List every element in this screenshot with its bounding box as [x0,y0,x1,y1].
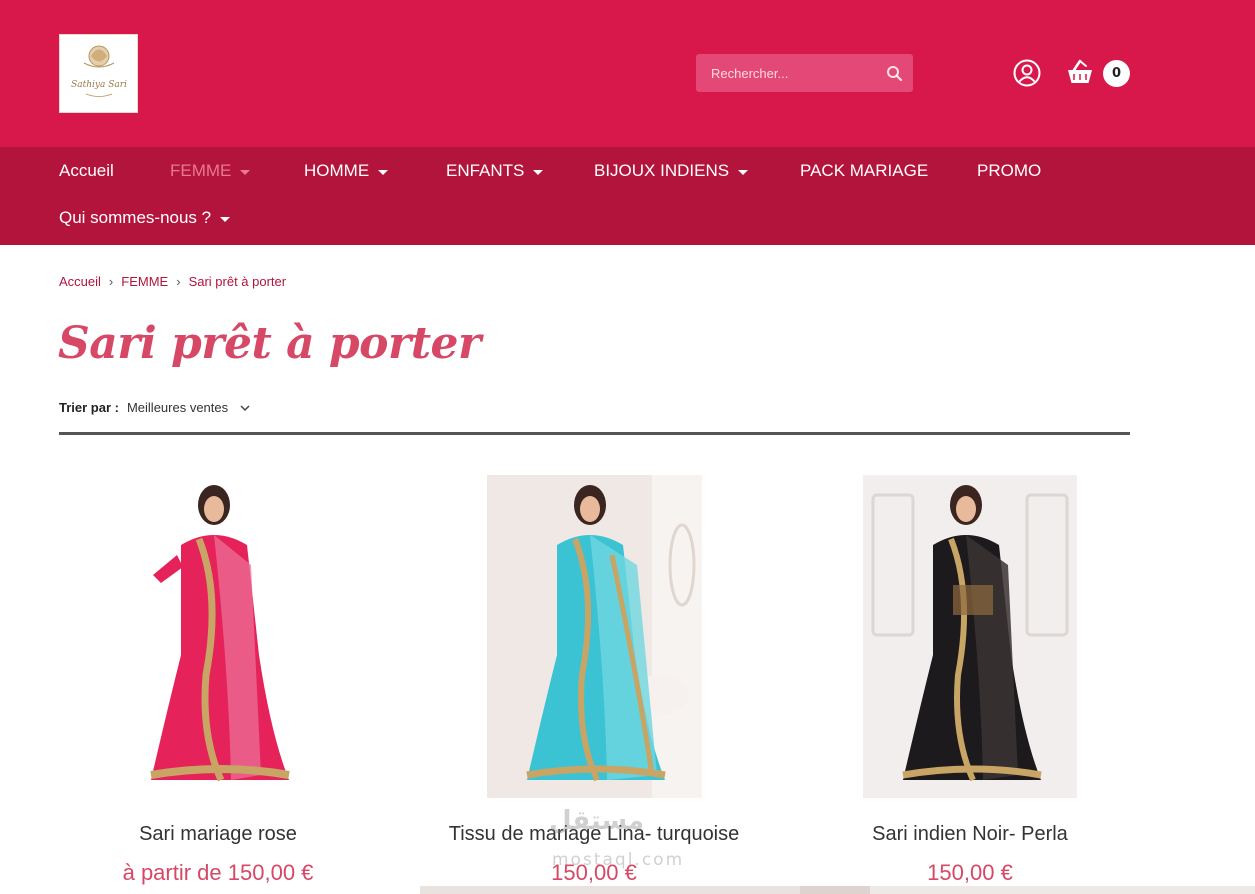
site-logo[interactable]: Sathiya Sari [59,34,138,113]
breadcrumb-link-femme[interactable]: FEMME [121,274,168,289]
caret-down-icon [220,216,231,222]
search-input[interactable] [696,54,871,92]
sort-select[interactable]: Meilleures ventes [127,400,228,415]
logo-emblem-icon: Sathiya Sari [71,45,127,97]
nav-item-femme[interactable]: FEMME [170,159,251,183]
caret-down-icon [533,169,544,175]
sort-label: Trier par : [59,400,119,415]
sort-control: Trier par : Meilleures ventes [59,400,250,415]
nav-item-label: FEMME [170,161,232,180]
caret-down-icon [378,169,389,175]
product-name[interactable]: Sari indien Noir- Perla [790,823,1150,846]
breadcrumb: Accueil › FEMME › Sari prêt à porter [59,274,286,289]
watermark-logo: مستقل [549,806,645,836]
watermark-url: mostaql.com [552,850,685,870]
nav-item-bijoux-indiens[interactable]: BIJOUX INDIENS [594,159,749,183]
breadcrumb-current: Sari prêt à porter [188,274,287,289]
nav-item-label: BIJOUX INDIENS [594,161,730,180]
product-image[interactable] [863,475,1077,798]
cart-count-badge[interactable]: 0 [1103,60,1130,87]
chevron-down-icon[interactable] [240,403,250,413]
caret-down-icon [240,169,251,175]
caret-down-icon [738,169,749,175]
breadcrumb-link-accueil[interactable]: Accueil [59,274,101,289]
nav-item-promo[interactable]: PROMO [977,159,1041,183]
header-bar: Sathiya Sari 0 [0,0,1255,147]
nav-item-label: Qui sommes-nous ? [59,208,212,227]
product-image[interactable] [487,475,702,798]
nav-item-label: ENFANTS [446,161,525,180]
logo-text: Sathiya Sari [71,80,127,90]
nav-item-qui-sommes-nous[interactable]: Qui sommes-nous ? [59,206,231,230]
chevron-right-icon: › [108,274,114,289]
nav-item-enfants[interactable]: ENFANTS [446,159,544,183]
section-divider [59,432,1130,435]
nav-item-homme[interactable]: HOMME [304,159,389,183]
search-box [696,54,913,92]
product-image[interactable] [111,475,326,798]
product-name[interactable]: Sari mariage rose [38,823,398,846]
main-nav: Accueil FEMME HOMME ENFANTS BIJOUX INDIE… [0,147,1255,245]
product-price: 150,00 € [927,860,1013,885]
next-row-preview [0,886,1255,894]
chevron-right-icon: › [176,274,181,289]
nav-item-label: PACK MARIAGE [800,161,929,180]
nav-item-label: Accueil [59,161,114,180]
nav-item-pack-mariage[interactable]: PACK MARIAGE [800,159,928,183]
account-icon[interactable] [1013,59,1041,87]
page-title: Sari prêt à porter [58,318,481,369]
search-icon[interactable] [886,65,903,82]
nav-item-label: HOMME [304,161,370,180]
nav-item-accueil[interactable]: Accueil [59,159,114,183]
cart-basket-icon[interactable] [1065,57,1095,87]
nav-item-label: PROMO [977,161,1042,180]
product-price: à partir de 150,00 € [122,860,314,885]
